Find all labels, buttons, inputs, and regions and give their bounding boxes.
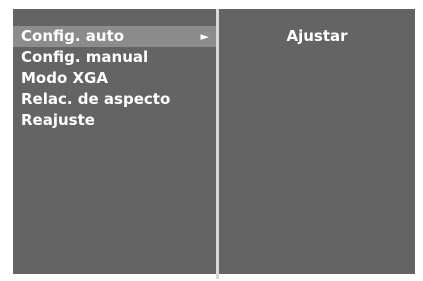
menu-item-label: Config. auto: [21, 27, 125, 45]
adjust-button[interactable]: Ajustar: [219, 26, 415, 47]
menu-list: Config. auto ► Config. manual Modo XGA R…: [13, 26, 216, 131]
menu-item-aspect-ratio[interactable]: Relac. de aspecto: [13, 89, 216, 110]
menu-item-label: Modo XGA: [21, 69, 108, 87]
menu-item-reset[interactable]: Reajuste: [13, 110, 216, 131]
right-arrow-icon: ►: [200, 30, 209, 43]
main-menu-panel: Config. auto ► Config. manual Modo XGA R…: [13, 9, 216, 279]
menu-item-label: Config. manual: [21, 48, 149, 66]
menu-item-modo-xga[interactable]: Modo XGA: [13, 68, 216, 89]
menu-item-label: Relac. de aspecto: [21, 90, 171, 108]
submenu-panel: Ajustar: [219, 9, 415, 279]
osd-menu-window: Config. auto ► Config. manual Modo XGA R…: [13, 9, 415, 279]
menu-item-config-manual[interactable]: Config. manual: [13, 47, 216, 68]
menu-item-label: Reajuste: [21, 111, 95, 129]
menu-item-config-auto[interactable]: Config. auto ►: [13, 26, 216, 47]
